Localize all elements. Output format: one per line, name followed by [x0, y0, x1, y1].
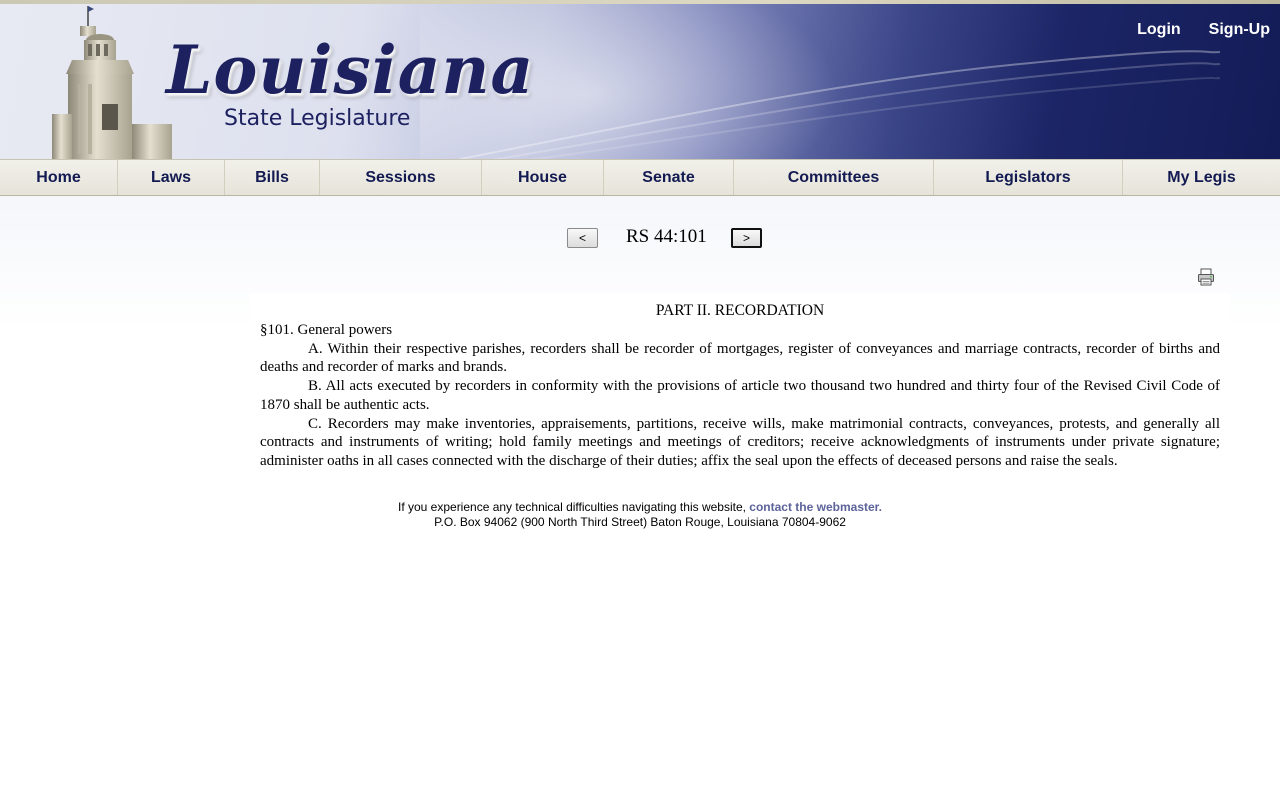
site-logo-wordmark[interactable]: Louisiana [166, 30, 534, 110]
nav-laws[interactable]: Laws [117, 160, 224, 195]
page-footer: If you experience any technical difficul… [0, 500, 1280, 530]
nav-house[interactable]: House [481, 160, 603, 195]
nav-committees[interactable]: Committees [733, 160, 933, 195]
statute-citation: RS 44:101 [626, 226, 707, 247]
contact-webmaster-link[interactable]: contact the webmaster. [749, 500, 882, 514]
document-navigation: < RS 44:101 > [0, 226, 1280, 252]
printer-icon[interactable] [1197, 268, 1215, 286]
section-heading: §101. General powers [260, 322, 393, 338]
header-banner: Louisiana State Legislature Login Sign-U… [0, 4, 1280, 159]
banner-swoosh [460, 50, 1220, 159]
nav-my-legis[interactable]: My Legis [1122, 160, 1280, 195]
previous-section-button[interactable]: < [567, 228, 598, 248]
auth-links: Login Sign-Up [1137, 18, 1270, 42]
statute-content: PART II. RECORDATION §101. General power… [250, 293, 1230, 493]
next-section-button[interactable]: > [731, 228, 762, 248]
site-logo-subtitle[interactable]: State Legislature [224, 105, 410, 133]
footer-notice: If you experience any technical difficul… [397, 500, 750, 514]
nav-senate[interactable]: Senate [603, 160, 733, 195]
statute-paragraph: C. Recorders may make inventories, appra… [260, 415, 1220, 469]
statute-paragraph: B. All acts executed by recorders in con… [260, 378, 1220, 413]
part-heading: PART II. RECORDATION [655, 302, 825, 319]
capitol-building-image [52, 6, 172, 159]
footer-address: P.O. Box 94062 (900 North Third Street) … [434, 515, 846, 529]
nav-home[interactable]: Home [0, 160, 117, 195]
signup-link[interactable]: Sign-Up [1209, 18, 1270, 42]
nav-bills[interactable]: Bills [224, 160, 319, 195]
main-nav: Home Laws Bills Sessions House Senate Co… [0, 159, 1280, 196]
footer-notice-line: If you experience any technical difficul… [0, 500, 1280, 515]
login-link[interactable]: Login [1137, 18, 1181, 42]
nav-legislators[interactable]: Legislators [933, 160, 1122, 195]
nav-sessions[interactable]: Sessions [319, 160, 481, 195]
statute-paragraph: A. Within their respective parishes, rec… [260, 340, 1220, 376]
